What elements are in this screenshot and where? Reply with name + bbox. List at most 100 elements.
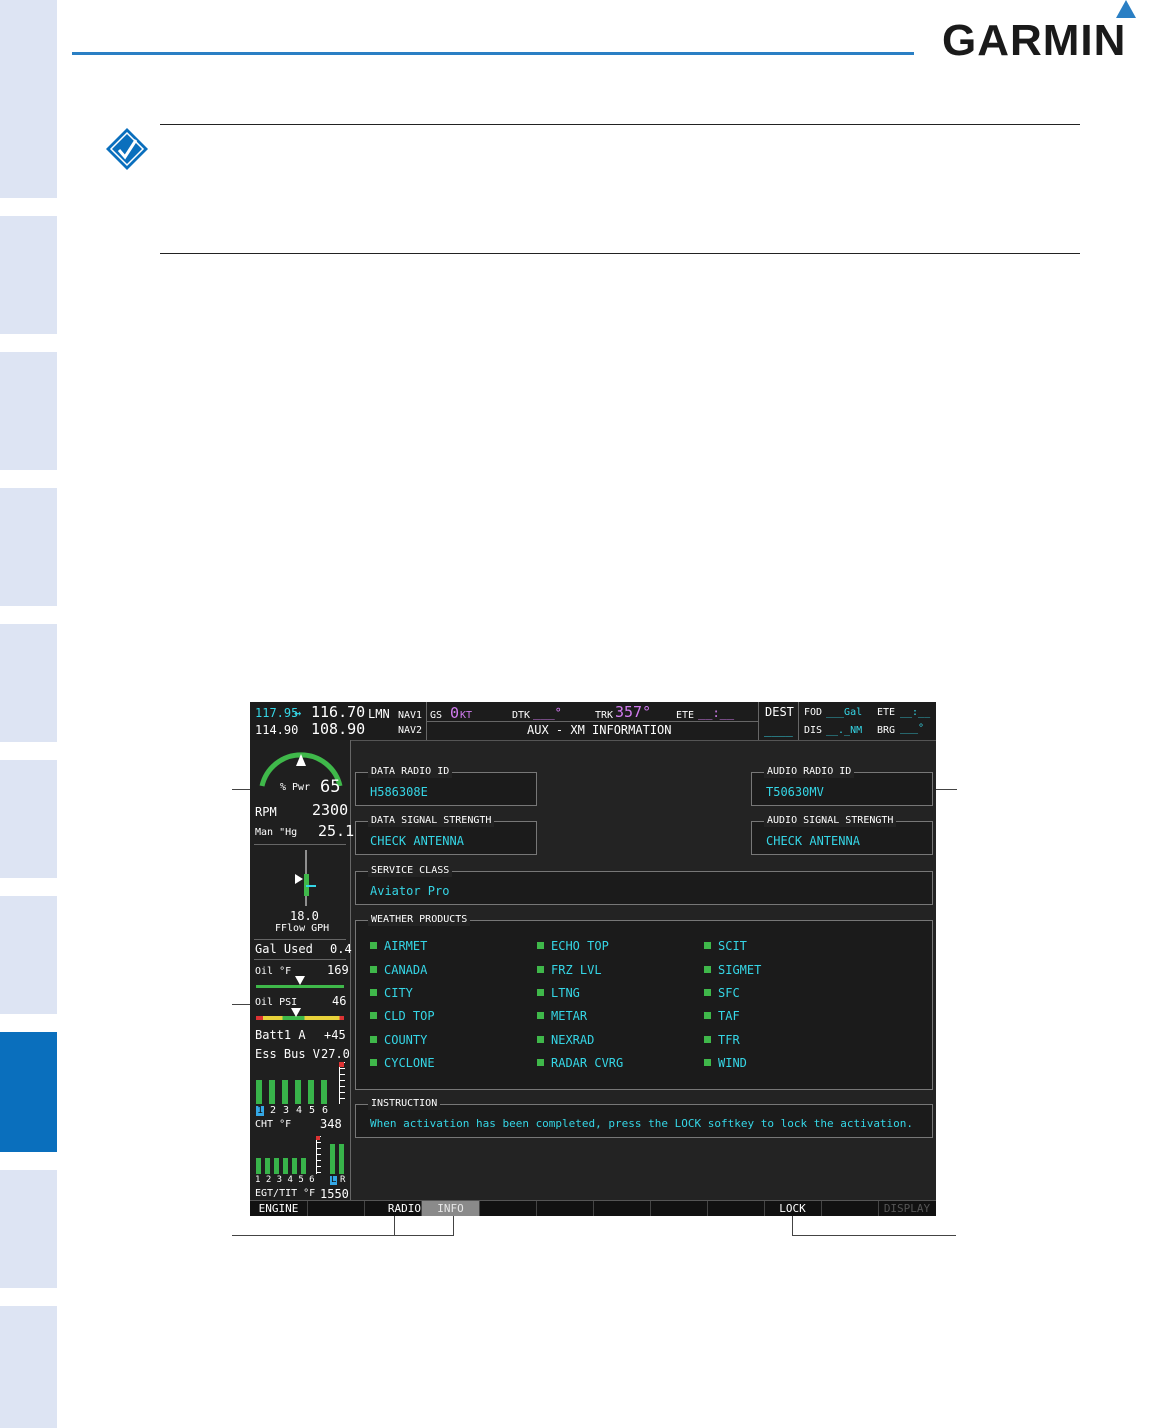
dest-value: ____: [764, 723, 793, 737]
cht-cyl-2: 2: [270, 1105, 277, 1116]
dtk-value: ___°: [533, 706, 562, 720]
data-signal-box: DATA SIGNAL STRENGTH CHECK ANTENNA: [355, 815, 537, 855]
dis-label: DIS: [804, 725, 823, 736]
header-rule: [72, 52, 914, 55]
cht-bar-6: [321, 1080, 327, 1104]
engine-indication-strip: % Pwr 65 RPM 2300 Man "Hg 25.1 18.0 FFlo…: [250, 740, 354, 1202]
wx-square-icon: [537, 1012, 544, 1019]
egt-cylinders: 1 2 3 4 5 6: [255, 1175, 315, 1185]
fuel-flow-gauge-icon: [295, 850, 316, 906]
softkey-2[interactable]: [307, 1201, 365, 1216]
freq-2: 114.90: [255, 723, 299, 737]
divider: [254, 939, 346, 940]
wx-square-icon: [537, 966, 544, 973]
batt-value: +45: [324, 1028, 346, 1042]
softkey-engine[interactable]: ENGINE: [250, 1201, 308, 1216]
brg-label: BRG: [877, 725, 896, 736]
section-tab-5[interactable]: [0, 624, 57, 742]
wx-square-icon: [704, 1036, 711, 1043]
wx-product-echo-top: ECHO TOP: [537, 939, 609, 953]
com-standby-freq[interactable]: 116.70: [311, 705, 365, 720]
callout-info-v: [453, 1215, 454, 1236]
pwr-label: % Pwr: [280, 782, 311, 793]
wx-square-icon: [370, 989, 377, 996]
softkey-radio[interactable]: RADIO: [364, 1201, 422, 1216]
oil-temp-label: Oil °F: [255, 966, 292, 977]
nav-id: LMN: [368, 707, 390, 721]
com-active-freq[interactable]: 117.95: [255, 707, 298, 719]
section-tab-3[interactable]: [0, 352, 57, 470]
wx-product-airmet: AIRMET: [370, 939, 427, 953]
section-tab-6[interactable]: [0, 760, 57, 878]
oil-temp-bar: [256, 985, 344, 988]
cht-cyl-1: 1: [256, 1105, 265, 1116]
audio-signal-label: AUDIO SIGNAL STRENGTH: [764, 815, 897, 827]
cht-redline: [339, 1062, 344, 1067]
brg-value: ___°: [900, 723, 925, 734]
note-top-rule: [160, 124, 1080, 125]
section-tab-9[interactable]: [0, 1170, 57, 1288]
wx-square-icon: [370, 1012, 377, 1019]
callout-lock-v: [792, 1215, 793, 1236]
egt-bar-4: [283, 1158, 288, 1174]
trk-label: TRK: [595, 710, 614, 721]
egt-bar-3: [274, 1158, 279, 1174]
wx-square-icon: [370, 1036, 377, 1043]
garmin-delta-icon: [1116, 0, 1136, 18]
cht-cyl-5: 5: [309, 1105, 316, 1116]
tit-bar-l: [330, 1144, 335, 1174]
callout-lock-h: [792, 1235, 956, 1236]
cht-cyl-6: 6: [322, 1105, 329, 1116]
gs-value: 0: [450, 704, 460, 722]
dis-value: __._NM: [826, 725, 863, 736]
audio-radio-id-value: T50630MV: [766, 785, 824, 799]
egt-bar-6: [301, 1158, 306, 1174]
data-signal-value: CHECK ANTENNA: [370, 834, 464, 848]
egt-value: 1550: [320, 1187, 349, 1201]
wx-square-icon: [704, 989, 711, 996]
softkey-5[interactable]: [479, 1201, 537, 1216]
wx-product-sfc: SFC: [704, 986, 740, 1000]
fod-value: ___Gal: [826, 707, 863, 718]
wx-product-city: CITY: [370, 986, 413, 1000]
softkey-7[interactable]: [593, 1201, 651, 1216]
cht-cyl-3: 3: [283, 1105, 290, 1116]
section-tab-2[interactable]: [0, 216, 57, 334]
fod-label: FOD: [804, 707, 823, 718]
softkey-display[interactable]: DISPLAY: [878, 1201, 936, 1216]
cht-bar-5: [308, 1080, 314, 1104]
audio-radio-id-box: AUDIO RADIO ID T50630MV: [751, 766, 933, 806]
dtk-label: DTK: [512, 710, 531, 721]
section-tab-7[interactable]: [0, 896, 57, 1014]
wx-product-taf: TAF: [704, 1009, 740, 1023]
egt-bar-2: [265, 1158, 270, 1174]
wx-square-icon: [370, 1059, 377, 1066]
section-tab-8-active[interactable]: [0, 1032, 57, 1152]
divider: [254, 844, 346, 845]
instruction-label: INSTRUCTION: [368, 1098, 441, 1110]
section-tab-4[interactable]: [0, 488, 57, 606]
section-tab-10[interactable]: [0, 1306, 57, 1428]
cht-bar-4: [295, 1080, 301, 1104]
egt-l: L: [330, 1175, 338, 1185]
wx-square-icon: [704, 1059, 711, 1066]
mfd-screen: 117.95 ↔ 116.70 114.90 108.90 LMN NAV1 N…: [250, 702, 936, 1216]
oil-temp-value: 169: [327, 963, 349, 977]
softkey-8[interactable]: [650, 1201, 708, 1216]
section-tab-1[interactable]: [0, 0, 57, 198]
fflow-value: 18.0: [290, 909, 319, 923]
softkey-11[interactable]: [821, 1201, 879, 1216]
wx-product-cyclone: CYCLONE: [370, 1056, 435, 1070]
data-radio-id-label: DATA RADIO ID: [368, 766, 453, 778]
softkey-lock[interactable]: LOCK: [764, 1201, 822, 1216]
freq-3: 108.90: [311, 720, 366, 738]
softkey-6[interactable]: [536, 1201, 594, 1216]
nav1-label: NAV1: [398, 710, 423, 721]
egt-scale: [316, 1136, 321, 1174]
softkey-info[interactable]: INFO: [422, 1201, 480, 1216]
softkey-9[interactable]: [707, 1201, 765, 1216]
bus-value: 27.0: [321, 1047, 350, 1061]
dest-label: DEST: [765, 705, 794, 719]
wx-square-icon: [537, 1036, 544, 1043]
wx-product-wind: WIND: [704, 1056, 747, 1070]
